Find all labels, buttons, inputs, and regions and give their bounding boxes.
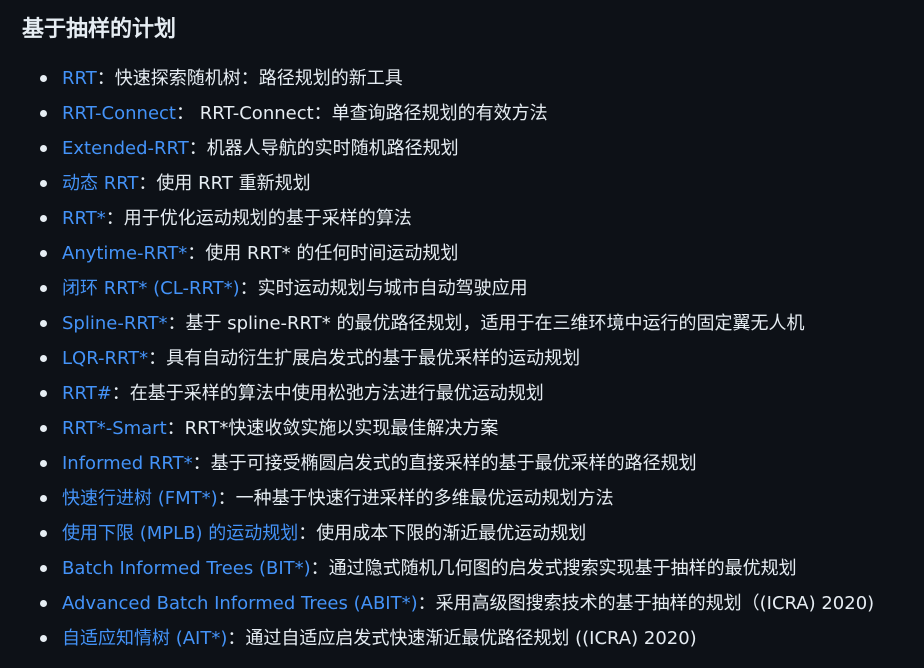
bullet-icon (40, 390, 47, 397)
item-separator: ： (227, 628, 246, 649)
item-separator: ： (148, 348, 167, 369)
bullet-icon (40, 110, 47, 117)
bullet-icon (40, 425, 47, 432)
item-link[interactable]: Anytime-RRT* (62, 243, 187, 264)
list-item: Extended-RRT：机器人导航的实时随机路径规划 (40, 135, 924, 170)
item-separator: ： (217, 488, 236, 509)
item-description: 通过自适应启发式快速渐近最优路径规划 ((ICRA) 2020) (245, 628, 697, 649)
item-link[interactable]: LQR-RRT* (62, 348, 148, 369)
item-separator: ： (175, 103, 194, 124)
item-link[interactable]: 闭环 RRT* (CL-RRT*) (62, 278, 240, 299)
item-description: 一种基于快速行进采样的多维最优运动规划方法 (235, 488, 614, 509)
list-item: LQR-RRT*：具有自动衍生扩展启发式的基于最优采样的运动规划 (40, 345, 924, 380)
list-item: Anytime-RRT*：使用 RRT* 的任何时间运动规划 (40, 240, 924, 275)
item-description: 使用成本下限的渐近最优运动规划 (316, 523, 587, 544)
bullet-icon (40, 320, 47, 327)
bullet-icon (40, 215, 47, 222)
item-link[interactable]: 使用下限 (MPLB) 的运动规划 (62, 523, 298, 544)
item-description: 基于可接受椭圆启发式的直接采样的基于最优采样的路径规划 (210, 453, 697, 474)
item-description: RRT*快速收敛实施以实现最佳解决方案 (184, 418, 499, 439)
item-description: 具有自动衍生扩展启发式的基于最优采样的运动规划 (166, 348, 581, 369)
item-link[interactable]: RRT (62, 68, 97, 89)
list-item: RRT#：在基于采样的算法中使用松弛方法进行最优运动规划 (40, 380, 924, 415)
bullet-icon (40, 600, 47, 607)
item-description: 基于 spline-RRT* 的最优路径规划，适用于在三维环境中运行的固定翼无人… (185, 313, 805, 334)
bullet-icon (40, 145, 47, 152)
list-item: RRT*-Smart：RRT*快速收敛实施以实现最佳解决方案 (40, 415, 924, 450)
bullet-icon (40, 635, 47, 642)
bullet-icon (40, 495, 47, 502)
item-separator: ： (96, 68, 115, 89)
item-description: 在基于采样的算法中使用松弛方法进行最优运动规划 (129, 383, 544, 404)
item-description: 通过隐式随机几何图的启发式搜索实现基于抽样的最优规划 (328, 558, 797, 579)
item-link[interactable]: 自适应知情树 (AIT*) (62, 628, 227, 649)
item-separator: ： (298, 523, 317, 544)
item-description: 实时运动规划与城市自动驾驶应用 (257, 278, 528, 299)
item-separator: ： (188, 138, 207, 159)
item-separator: ： (192, 453, 211, 474)
list-item: 自适应知情树 (AIT*)：通过自适应启发式快速渐近最优路径规划 ((ICRA)… (40, 625, 924, 660)
item-description: 快速探索随机树：路径规划的新工具 (114, 68, 403, 89)
list-item: 使用下限 (MPLB) 的运动规划：使用成本下限的渐近最优运动规划 (40, 520, 924, 555)
item-link[interactable]: Spline-RRT* (62, 313, 168, 334)
item-separator: ： (417, 593, 436, 614)
item-separator: ： (239, 278, 258, 299)
item-link[interactable]: RRT# (62, 383, 112, 404)
item-description: RRT-Connect：单查询路径规划的有效方法 (193, 103, 548, 124)
item-link[interactable]: Informed RRT* (62, 453, 193, 474)
item-description: 使用 RRT* 的任何时间运动规划 (205, 243, 459, 264)
item-link[interactable]: RRT* (62, 208, 106, 229)
item-description: 用于优化运动规划的基于采样的算法 (123, 208, 412, 229)
bullet-icon (40, 75, 47, 82)
section-heading: 基于抽样的计划 (22, 17, 177, 42)
list-item: Advanced Batch Informed Trees (ABIT*)：采用… (40, 590, 924, 625)
bullet-icon (40, 530, 47, 537)
list-item: Batch Informed Trees (BIT*)：通过隐式随机几何图的启发… (40, 555, 924, 590)
readme-section: 基于抽样的计划 RRT：快速探索随机树：路径规划的新工具 RRT-Connect… (0, 0, 924, 668)
item-description: 使用 RRT 重新规划 (156, 173, 311, 194)
bullet-icon (40, 460, 47, 467)
item-link[interactable]: RRT-Connect (62, 103, 176, 124)
algorithm-list: RRT：快速探索随机树：路径规划的新工具 RRT-Connect： RRT-Co… (22, 65, 924, 660)
list-item: Informed RRT*：基于可接受椭圆启发式的直接采样的基于最优采样的路径规… (40, 450, 924, 485)
item-link[interactable]: Advanced Batch Informed Trees (ABIT*) (62, 593, 418, 614)
item-separator: ： (187, 243, 206, 264)
list-item: Spline-RRT*：基于 spline-RRT* 的最优路径规划，适用于在三… (40, 310, 924, 345)
item-separator: ： (105, 208, 124, 229)
item-link[interactable]: RRT*-Smart (62, 418, 167, 439)
item-description: 机器人导航的实时随机路径规划 (206, 138, 459, 159)
list-item: 动态 RRT：使用 RRT 重新规划 (40, 170, 924, 205)
list-item: 快速行进树 (FMT*)：一种基于快速行进采样的多维最优运动规划方法 (40, 485, 924, 520)
item-separator: ： (166, 418, 185, 439)
item-separator: ： (138, 173, 157, 194)
list-item: RRT：快速探索随机树：路径规划的新工具 (40, 65, 924, 100)
item-separator: ： (111, 383, 130, 404)
item-separator: ： (310, 558, 329, 579)
item-link[interactable]: 动态 RRT (62, 173, 138, 194)
item-link[interactable]: Batch Informed Trees (BIT*) (62, 558, 311, 579)
list-item: RRT*：用于优化运动规划的基于采样的算法 (40, 205, 924, 240)
bullet-icon (40, 285, 47, 292)
list-item: 闭环 RRT* (CL-RRT*)：实时运动规划与城市自动驾驶应用 (40, 275, 924, 310)
bullet-icon (40, 180, 47, 187)
list-item: RRT-Connect： RRT-Connect：单查询路径规划的有效方法 (40, 100, 924, 135)
bullet-icon (40, 565, 47, 572)
item-separator: ： (167, 313, 186, 334)
bullet-icon (40, 355, 47, 362)
bullet-icon (40, 250, 47, 257)
item-link[interactable]: Extended-RRT (62, 138, 189, 159)
item-description: 采用高级图搜索技术的基于抽样的规划（(ICRA) 2020) (435, 593, 875, 614)
item-link[interactable]: 快速行进树 (FMT*) (62, 488, 218, 509)
